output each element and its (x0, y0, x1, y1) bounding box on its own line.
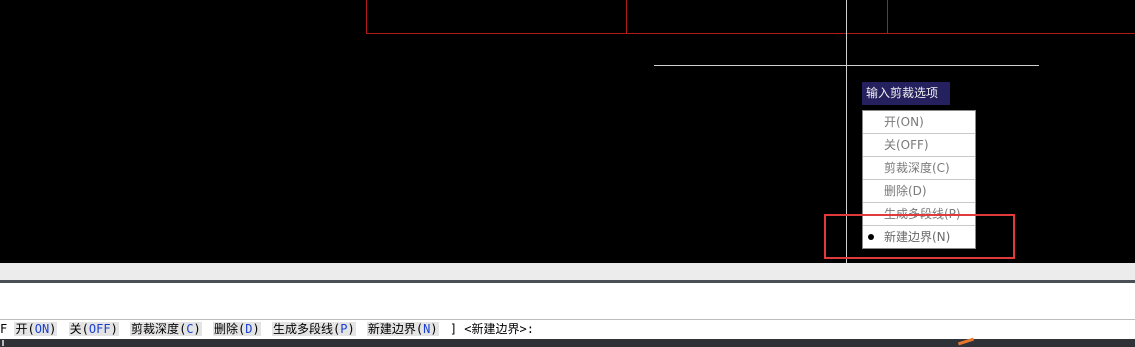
annotation-highlight-box (824, 214, 1015, 259)
menu-item-delete[interactable]: 删除(D) (863, 180, 975, 203)
drawing-canvas[interactable]: 输入剪裁选项 开(ON) 关(OFF) 剪裁深度(C) 删除(D) 生成多段线(… (0, 0, 1135, 263)
command-option-new-boundary[interactable]: 新建边界(N) (366, 322, 439, 336)
status-tick-icon (2, 340, 4, 346)
menu-item-label: 删除(D) (884, 184, 927, 198)
command-option-generate-polyline[interactable]: 生成多段线(P) (271, 322, 356, 336)
menu-item-label: 剪裁深度(C) (884, 161, 950, 175)
drawing-line (887, 0, 888, 34)
command-prefix: F (0, 322, 8, 336)
annotation-arrow-icon (957, 337, 975, 346)
option-key: D (245, 322, 253, 336)
drawing-line (366, 0, 367, 34)
command-option-on[interactable]: 开(ON) (14, 322, 58, 336)
drawing-line (366, 33, 1135, 34)
command-history (0, 283, 1135, 319)
command-option-clip-depth[interactable]: 剪裁深度(C) (130, 322, 202, 336)
option-name: 关 (69, 322, 82, 336)
status-bar (0, 337, 1135, 347)
command-prompt-tail: ] <新建边界>: (449, 322, 534, 336)
command-option-delete[interactable]: 删除(D) (213, 322, 261, 336)
command-option-off[interactable]: 关(OFF) (68, 322, 119, 336)
option-key: N (423, 322, 431, 336)
option-key: OFF (88, 322, 111, 336)
menu-item-label: 开(ON) (884, 115, 924, 129)
drawing-line (626, 0, 627, 34)
option-key: ON (34, 322, 50, 336)
menu-item-off[interactable]: 关(OFF) (863, 134, 975, 157)
command-line[interactable]: F 开(ON) 关(OFF) 剪裁深度(C) 删除(D) 生成多段线(P) 新建… (0, 319, 1135, 339)
menu-item-label: 关(OFF) (884, 138, 929, 152)
menu-item-clip-depth[interactable]: 剪裁深度(C) (863, 157, 975, 180)
clip-options-prompt: 输入剪裁选项 (862, 82, 950, 105)
status-strip (0, 263, 1135, 281)
option-name: 剪裁深度 (131, 322, 180, 336)
option-key: P (340, 322, 348, 336)
option-name: 生成多段线 (272, 322, 333, 336)
option-name: 新建边界 (367, 322, 416, 336)
option-key: C (186, 322, 194, 336)
menu-item-on[interactable]: 开(ON) (863, 111, 975, 134)
option-name: 开 (15, 322, 28, 336)
option-name: 删除 (214, 322, 239, 336)
